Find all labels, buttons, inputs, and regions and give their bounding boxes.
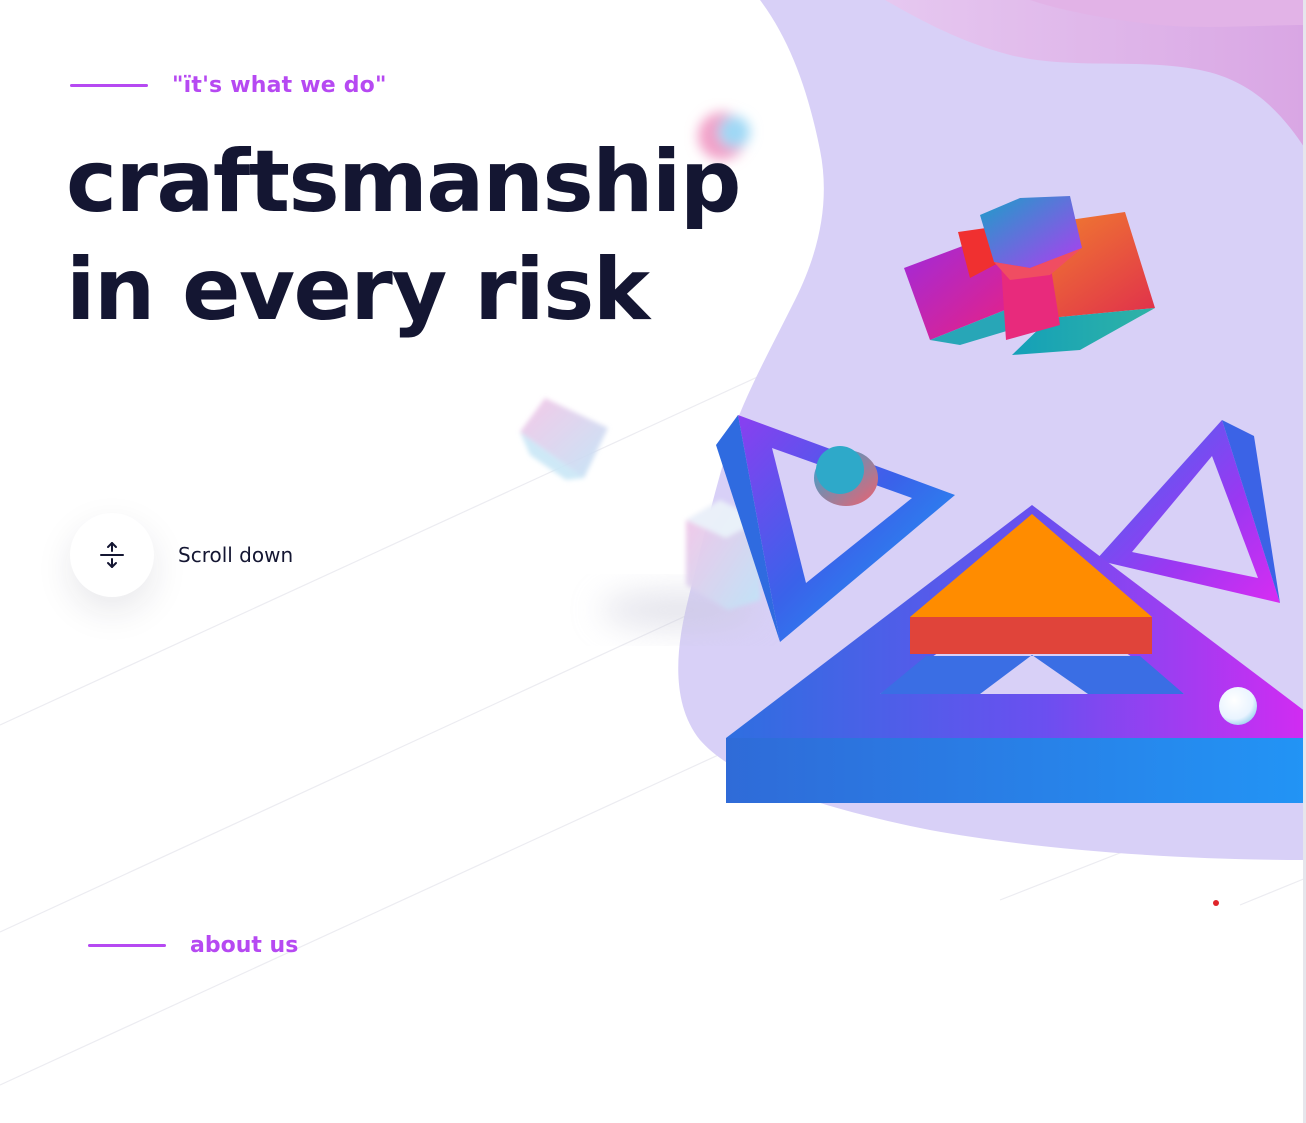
about-rule xyxy=(88,943,166,947)
white-sphere xyxy=(1219,687,1257,725)
headline-line-1: craftsmanship xyxy=(66,132,741,232)
scroll-down-button[interactable] xyxy=(70,513,154,597)
red-dot xyxy=(1213,900,1219,906)
hero-section: "ït's what we do" craftsmanship in every… xyxy=(0,0,1306,1123)
page-title: craftsmanship in every risk xyxy=(66,128,741,344)
tagline-rule xyxy=(70,83,148,87)
about-us-link[interactable]: about us xyxy=(88,928,298,962)
scroll-down-label[interactable]: Scroll down xyxy=(178,543,293,567)
tagline-text: "ït's what we do" xyxy=(172,72,387,98)
glass-cube-left xyxy=(520,398,608,480)
tagline: "ït's what we do" xyxy=(70,68,387,102)
scroll-arrows-icon xyxy=(100,542,124,568)
about-us-label[interactable]: about us xyxy=(190,933,298,958)
headline-line-2: in every risk xyxy=(66,240,650,340)
scroll-down-control: Scroll down xyxy=(70,513,293,597)
